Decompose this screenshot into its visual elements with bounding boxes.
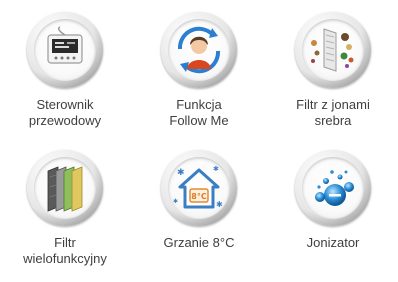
feature-badge: [27, 12, 103, 88]
feature-label: Filtr z jonami srebra: [296, 97, 370, 128]
feature-label: Grzanie 8°C: [163, 235, 235, 250]
feature-badge: [295, 12, 371, 88]
feature-badge: [27, 150, 103, 226]
feature-label: Jonizator: [306, 235, 360, 250]
feature-label: Filtr wielofunkcyjny: [23, 235, 107, 266]
feature-badge: [161, 12, 237, 88]
wired-controller-icon: [47, 26, 83, 64]
feature-wired-controller: Sterownik przewodowy: [0, 12, 130, 129]
feature-silver-ion-filter: Filtr z jonami srebra: [268, 12, 398, 129]
feature-multifunction-filter: Filtr wielofunkcyjny: [0, 150, 130, 267]
svg-text:✱: ✱: [216, 200, 223, 209]
feature-heating-8c: ✱ ✱ ✱ ✱ 8°C Grzanie 8°C: [134, 150, 264, 251]
svg-text:✱: ✱: [213, 165, 219, 173]
feature-label: Funkcja Follow Me: [169, 97, 229, 128]
feature-ionizer: Jonizator: [268, 150, 398, 251]
feature-follow-me: Funkcja Follow Me: [134, 12, 264, 129]
heating-temperature-text: 8°C: [191, 192, 207, 201]
follow-me-icon: [177, 26, 221, 74]
ionizer-icon: [315, 170, 354, 206]
feature-badge: [295, 150, 371, 226]
feature-label: Sterownik przewodowy: [28, 97, 102, 128]
feature-badge: ✱ ✱ ✱ ✱ 8°C: [161, 150, 237, 226]
silver-ion-filter-icon: [311, 28, 354, 72]
svg-text:✱: ✱: [173, 198, 178, 205]
heating-house-icon: ✱ ✱ ✱ ✱ 8°C: [173, 165, 223, 209]
svg-text:✱: ✱: [177, 168, 185, 178]
multifunction-filter-icon: [47, 166, 83, 212]
